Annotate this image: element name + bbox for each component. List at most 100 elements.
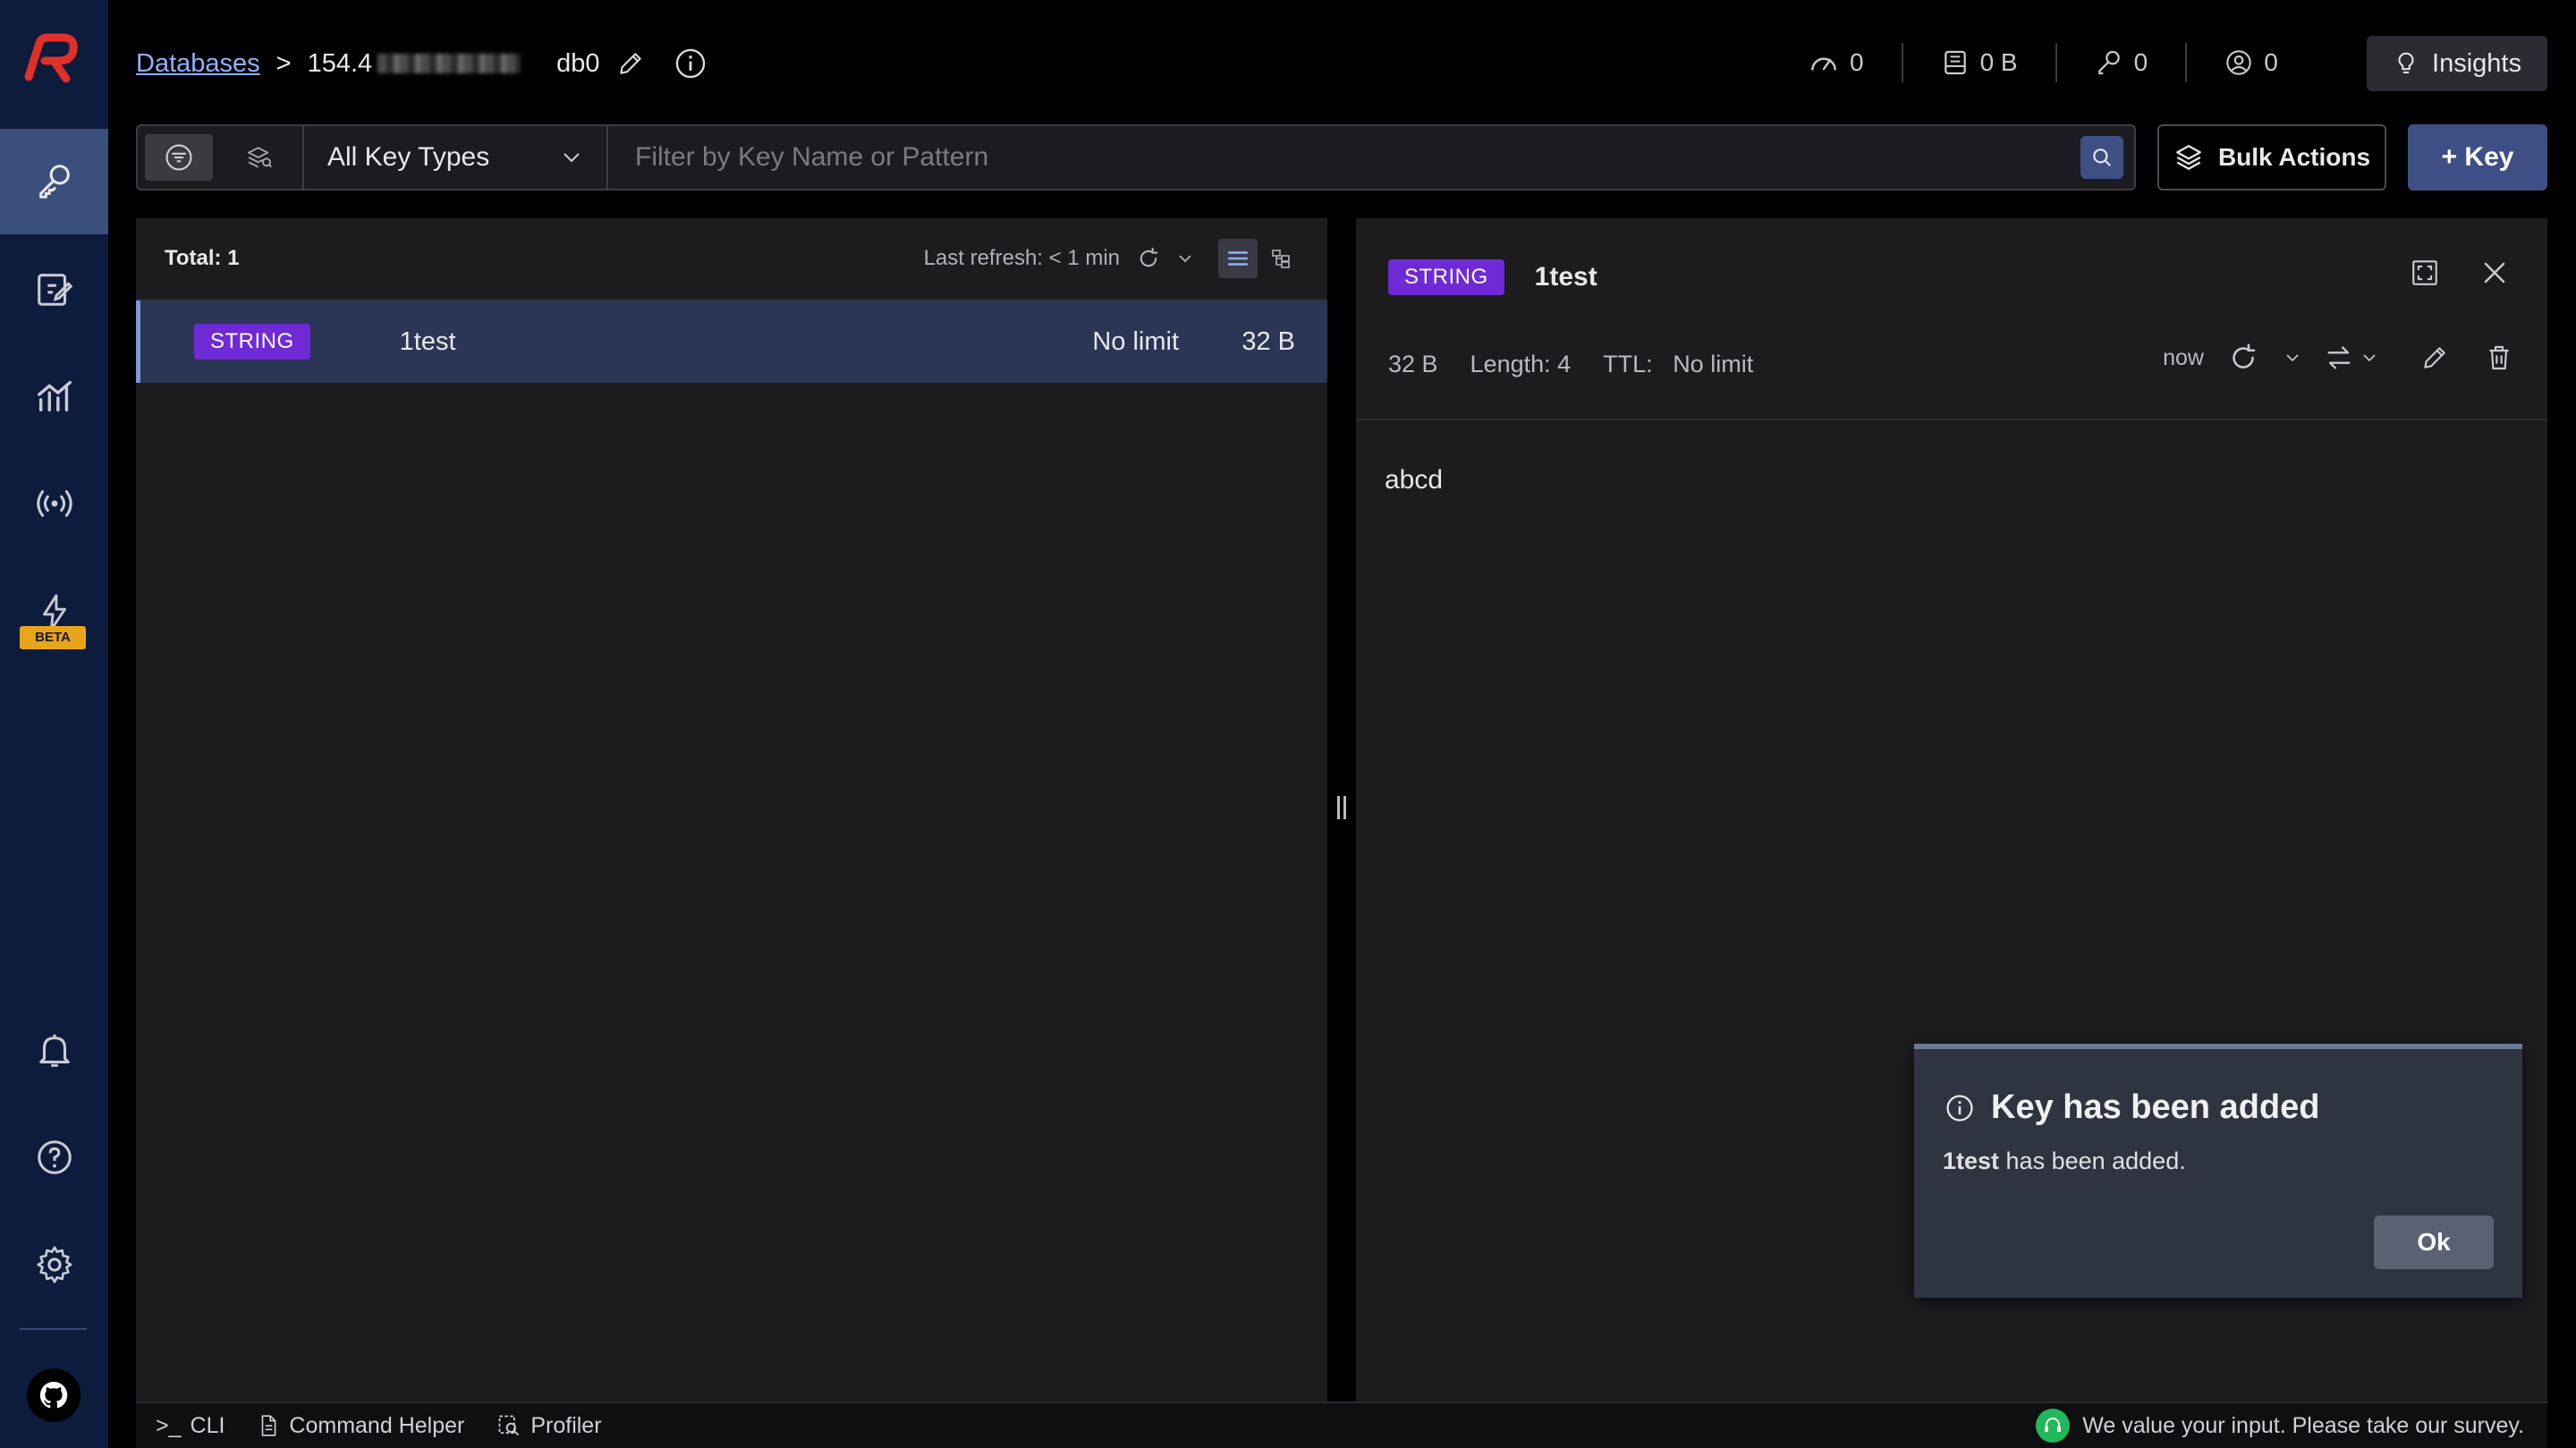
bottom-bar: >_ CLI Command Helper Profiler We value … bbox=[136, 1401, 2547, 1448]
fullscreen-button[interactable] bbox=[2410, 258, 2440, 288]
detail-size: 32 B bbox=[1388, 351, 1438, 377]
edit-db-pencil-icon[interactable] bbox=[616, 49, 645, 78]
document-icon bbox=[262, 1415, 276, 1436]
broadcast-icon bbox=[36, 490, 72, 517]
profiler-label: Profiler bbox=[530, 1412, 602, 1438]
filter-icon bbox=[165, 144, 192, 171]
auto-refresh-dropdown[interactable] bbox=[1177, 253, 1193, 264]
bulk-actions-button[interactable]: Bulk Actions bbox=[2157, 124, 2386, 191]
key-meta: 32 B Length: 4 TTL: No limit bbox=[1388, 351, 1753, 378]
insights-button[interactable]: Insights bbox=[2367, 36, 2547, 91]
beta-badge: BETA bbox=[20, 626, 86, 649]
survey-link[interactable]: We value your input. Please take our sur… bbox=[2036, 1409, 2547, 1443]
command-helper-label: Command Helper bbox=[289, 1412, 465, 1438]
profiler-search-icon bbox=[498, 1415, 520, 1436]
nav-analysis[interactable] bbox=[0, 343, 108, 449]
user-circle-icon bbox=[2226, 50, 2251, 75]
key-icon bbox=[38, 165, 70, 199]
chevron-down-icon bbox=[1179, 255, 1191, 263]
databases-link[interactable]: Databases bbox=[136, 49, 260, 79]
redis-logo-icon[interactable] bbox=[21, 32, 84, 88]
close-icon bbox=[2484, 262, 2505, 284]
sidebar: BETA bbox=[0, 0, 108, 1448]
edit-value-button[interactable] bbox=[2420, 343, 2449, 372]
toast-key-name: 1test bbox=[1943, 1147, 2000, 1174]
key-added-toast: Key has been added 1test has been added.… bbox=[1914, 1044, 2522, 1298]
nav-browser[interactable] bbox=[0, 129, 108, 234]
key-toolbar: now bbox=[2163, 342, 2513, 374]
nav-notifications[interactable] bbox=[0, 997, 108, 1103]
stat-memory-value: 0 B bbox=[1979, 48, 2018, 76]
nav-pubsub[interactable] bbox=[0, 451, 108, 556]
layers-icon bbox=[2176, 145, 2201, 170]
key-ttl: No limit bbox=[1092, 326, 1179, 356]
tree-icon bbox=[1272, 250, 1290, 268]
key-value[interactable]: abcd bbox=[1385, 465, 1443, 495]
detail-length: Length: 4 bbox=[1470, 351, 1572, 377]
stat-keys: 0 bbox=[2057, 48, 2186, 77]
list-view-button[interactable] bbox=[1218, 239, 1258, 278]
ttl-value: No limit bbox=[1673, 351, 1754, 377]
chevron-down-icon bbox=[564, 153, 580, 163]
pattern-mode-button[interactable] bbox=[145, 134, 213, 181]
detail-refresh-button[interactable] bbox=[2227, 342, 2301, 374]
speedometer-icon bbox=[1811, 57, 1836, 71]
toast-title-text: Key has been added bbox=[1991, 1088, 2320, 1126]
help-question-icon bbox=[37, 1140, 72, 1174]
host-redacted bbox=[377, 54, 521, 73]
list-icon bbox=[1228, 251, 1248, 266]
stat-ops: 0 bbox=[1771, 47, 1902, 78]
detail-refresh-time: now bbox=[2163, 344, 2204, 370]
memory-icon bbox=[1944, 50, 1966, 75]
detail-divider bbox=[1356, 419, 2547, 420]
add-key-button[interactable]: + Key bbox=[2408, 124, 2547, 191]
key-list-row[interactable]: STRING 1test No limit 32 B bbox=[136, 301, 1327, 383]
key-details-header: STRING 1test bbox=[1388, 259, 1597, 295]
survey-headset-icon bbox=[2036, 1409, 2071, 1443]
key-type-badge: STRING bbox=[194, 324, 310, 360]
layers-search-icon bbox=[248, 147, 272, 168]
profiler-button[interactable]: Profiler bbox=[480, 1413, 617, 1439]
fullscreen-icon bbox=[2412, 260, 2437, 285]
tree-view-button[interactable] bbox=[1261, 239, 1301, 278]
close-details-button[interactable] bbox=[2481, 258, 2508, 288]
trash-icon bbox=[2489, 345, 2509, 370]
command-helper-button[interactable]: Command Helper bbox=[241, 1413, 480, 1439]
detail-type-badge: STRING bbox=[1388, 259, 1504, 295]
detail-ttl[interactable]: TTL: No limit bbox=[1603, 351, 1753, 378]
search-icon bbox=[2093, 148, 2111, 166]
panel-resize-handle[interactable] bbox=[1336, 796, 1347, 823]
ttl-label: TTL: bbox=[1603, 351, 1653, 377]
bell-icon bbox=[38, 1034, 70, 1067]
detail-key-name[interactable]: 1test bbox=[1535, 262, 1597, 292]
key-icon bbox=[2097, 50, 2120, 75]
cli-button[interactable]: >_ CLI bbox=[136, 1413, 241, 1439]
lightbulb-icon bbox=[2398, 52, 2414, 73]
refresh-button[interactable] bbox=[1136, 246, 1161, 271]
delete-key-button[interactable] bbox=[2485, 343, 2513, 373]
github-link[interactable] bbox=[27, 1368, 80, 1422]
key-type-value: All Key Types bbox=[327, 142, 490, 172]
nav-help[interactable] bbox=[0, 1105, 108, 1210]
refresh-icon bbox=[1140, 247, 1158, 267]
refresh-icon bbox=[2233, 343, 2256, 368]
search-submit-button[interactable] bbox=[2080, 136, 2123, 179]
toast-ok-button[interactable]: Ok bbox=[2374, 1215, 2494, 1269]
key-filter-input[interactable] bbox=[635, 142, 2080, 173]
key-list-header: Total: 1 Last refresh: < 1 min bbox=[136, 218, 1327, 301]
stat-memory: 0 B bbox=[1903, 48, 2055, 77]
breadcrumb: Databases > 154.4 db0 bbox=[136, 47, 708, 80]
db-stats: 0 0 B 0 0 bbox=[1771, 43, 2316, 82]
key-type-select[interactable]: All Key Types bbox=[304, 126, 608, 189]
format-select[interactable] bbox=[2324, 343, 2377, 373]
vector-search-mode-button[interactable] bbox=[225, 134, 293, 181]
breadcrumb-separator: > bbox=[275, 48, 292, 78]
search-area bbox=[608, 126, 2134, 189]
analytics-chart-icon bbox=[37, 380, 72, 412]
db-info-icon[interactable] bbox=[674, 47, 708, 80]
nav-settings[interactable] bbox=[0, 1212, 108, 1317]
nav-workbench[interactable] bbox=[0, 236, 108, 342]
key-size: 32 B bbox=[1241, 326, 1295, 356]
info-icon bbox=[1946, 1094, 1973, 1122]
bulk-actions-label: Bulk Actions bbox=[2217, 143, 2371, 171]
